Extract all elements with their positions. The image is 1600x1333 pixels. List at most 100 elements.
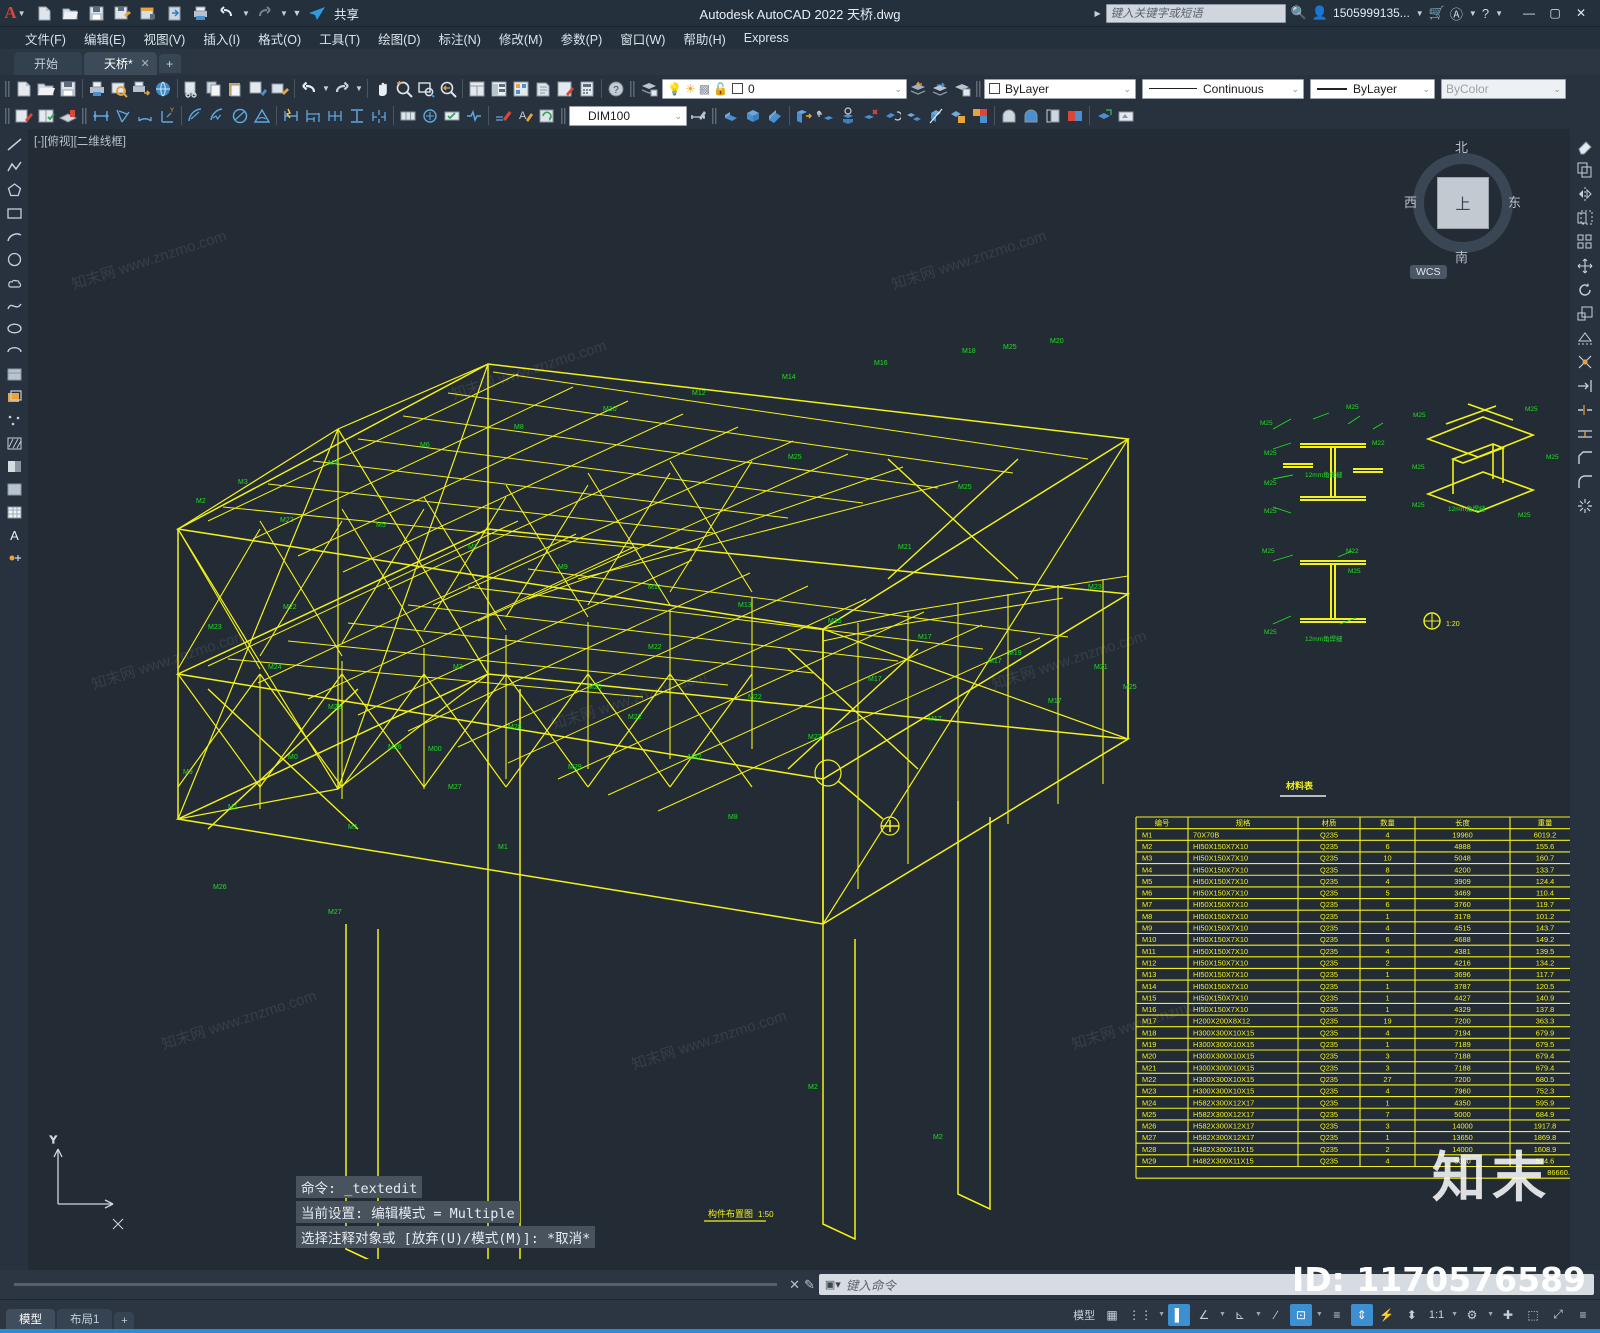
properties-palette-icon[interactable]: [466, 78, 488, 100]
lock-icon[interactable]: 🔓: [713, 82, 728, 96]
command-input-wrapper[interactable]: ▣▾ 键入命令: [818, 1274, 1594, 1295]
menu-draw[interactable]: 绘图(D): [369, 27, 429, 50]
redo-dropdown-icon[interactable]: ▼: [353, 78, 364, 100]
snap-mode-icon[interactable]: ⋮⋮: [1126, 1304, 1154, 1326]
share-icon[interactable]: [304, 1, 329, 25]
undo-icon[interactable]: [298, 78, 320, 100]
edit-text-icon[interactable]: [13, 105, 35, 127]
cut-icon[interactable]: [181, 78, 203, 100]
dimension-toolbar-grip[interactable]: [81, 105, 88, 126]
layer-toolbar-grip[interactable]: [629, 78, 636, 99]
multiline-text-icon[interactable]: A: [2, 524, 26, 546]
otrack-icon[interactable]: ∕: [1265, 1304, 1287, 1326]
workspace-switching-icon[interactable]: ⚙: [1461, 1304, 1483, 1326]
quick-dimension-icon[interactable]: [280, 105, 302, 127]
close-icon[interactable]: ✕: [789, 1277, 800, 1293]
menu-edit[interactable]: 编辑(E): [75, 27, 135, 50]
markup-set-icon[interactable]: [554, 78, 576, 100]
freeze-sun-icon[interactable]: ☀: [685, 82, 696, 96]
undo-icon[interactable]: [214, 1, 239, 25]
model-space-label[interactable]: 模型: [1070, 1307, 1098, 1323]
menu-dimension[interactable]: 标注(N): [430, 27, 490, 50]
extend-icon[interactable]: [1573, 375, 1597, 397]
layer-control-combo[interactable]: 💡 ☀ ▩ 🔓 0 ⌄: [662, 78, 907, 99]
search-input[interactable]: 键入关键字或短语: [1105, 3, 1286, 23]
file-tab-tianqiao[interactable]: 天桥* ✕: [84, 52, 157, 75]
annotation-scale-icon[interactable]: ⚡: [1376, 1304, 1398, 1326]
menu-tools[interactable]: 工具(T): [310, 27, 369, 50]
lineweight-display-icon[interactable]: ⬍: [1401, 1304, 1423, 1326]
chevron-down-icon[interactable]: ⌄: [1123, 84, 1131, 95]
offset-icon[interactable]: [1573, 207, 1597, 229]
rotate-icon[interactable]: [1573, 279, 1597, 301]
check-spelling-icon[interactable]: [35, 105, 57, 127]
annotation-visibility-icon[interactable]: ≡: [1326, 1304, 1348, 1326]
radius-dimension-icon[interactable]: [185, 105, 207, 127]
layer-make-current-icon[interactable]: [929, 78, 951, 100]
menu-parametric[interactable]: 参数(P): [552, 27, 612, 50]
view-cube[interactable]: 上 北 南 西 东 WCS: [1404, 137, 1522, 287]
redo-icon[interactable]: [331, 78, 353, 100]
plot-icon[interactable]: [188, 1, 213, 25]
grid-display-icon[interactable]: ▦: [1101, 1304, 1123, 1326]
chevron-down-icon[interactable]: ⌄: [1291, 84, 1299, 95]
close-icon[interactable]: ✕: [140, 57, 149, 70]
app-dropdown-icon[interactable]: ▼: [1469, 9, 1477, 18]
menu-window[interactable]: 窗口(W): [611, 27, 674, 50]
inspection-dimension-icon[interactable]: [441, 105, 463, 127]
open-file-icon[interactable]: [58, 1, 83, 25]
layer-states-icon[interactable]: [951, 78, 973, 100]
baseline-dimension-icon[interactable]: [302, 105, 324, 127]
drawing-canvas[interactable]: [-][俯视][二维线框] 上 北 南 西 东 WCS M2 M3 M22 M4…: [28, 129, 1570, 1270]
mirror-icon[interactable]: [1573, 183, 1597, 205]
save-icon[interactable]: [84, 1, 109, 25]
designcenter-icon[interactable]: [488, 78, 510, 100]
add-selected-icon[interactable]: [2, 547, 26, 569]
tolerance-icon[interactable]: [397, 105, 419, 127]
layer-color-swatch[interactable]: [732, 83, 744, 94]
subtract-icon[interactable]: [1020, 105, 1042, 127]
block-editor-icon[interactable]: [269, 78, 291, 100]
ordinate-dimension-icon[interactable]: Y: [156, 105, 178, 127]
chevron-down-icon[interactable]: ⌄: [894, 84, 902, 95]
stretch-icon[interactable]: [1573, 327, 1597, 349]
extrude-icon[interactable]: [793, 105, 815, 127]
jogged-dimension-icon[interactable]: [207, 105, 229, 127]
model-tab[interactable]: 模型: [6, 1308, 55, 1330]
chevron-down-icon[interactable]: ▼: [1255, 1311, 1262, 1318]
redo-icon[interactable]: [252, 1, 277, 25]
menu-help[interactable]: 帮助(H): [674, 27, 734, 50]
linetype-control-combo[interactable]: Continuous ⌄: [1142, 78, 1304, 99]
save-to-cloud-icon[interactable]: [136, 1, 161, 25]
make-block-icon[interactable]: [2, 386, 26, 408]
account-avatar-icon[interactable]: 👤: [1312, 5, 1328, 21]
dimension-update-icon[interactable]: [536, 105, 558, 127]
account-dropdown-icon[interactable]: ▼: [1416, 9, 1424, 18]
solid-edit-icon[interactable]: [947, 105, 969, 127]
toolbar-grip[interactable]: [4, 105, 11, 126]
customization-icon[interactable]: ≡: [1572, 1304, 1594, 1326]
create-uv-icon[interactable]: [1093, 105, 1115, 127]
3dprint-icon[interactable]: [152, 78, 174, 100]
chevron-down-icon[interactable]: ▼: [1316, 1311, 1323, 1318]
new-file-icon[interactable]: [32, 1, 57, 25]
array-icon[interactable]: [1573, 231, 1597, 253]
close-button[interactable]: ✕: [1568, 0, 1594, 26]
wcs-label[interactable]: WCS: [1410, 265, 1447, 279]
jogged-linear-icon[interactable]: [463, 105, 485, 127]
polysolid-icon[interactable]: [720, 105, 742, 127]
chevron-down-icon[interactable]: ▼: [1158, 1311, 1165, 1318]
zoom-realtime-icon[interactable]: [393, 78, 415, 100]
cart-icon[interactable]: 🛒: [1429, 5, 1445, 21]
undo-dropdown-icon[interactable]: ▼: [320, 78, 331, 100]
ellipse-icon[interactable]: [2, 317, 26, 339]
search-expand-icon[interactable]: ▶: [1095, 9, 1101, 18]
menu-file[interactable]: 文件(F): [16, 27, 75, 50]
maximize-button[interactable]: ▢: [1542, 0, 1568, 26]
revcloud-icon[interactable]: [2, 271, 26, 293]
chevron-down-icon[interactable]: ▼: [1487, 1311, 1494, 1318]
autodesk-app-icon[interactable]: Ⓐ: [1450, 4, 1463, 23]
sheet-set-icon[interactable]: [532, 78, 554, 100]
layer-previous-icon[interactable]: [907, 78, 929, 100]
3d-rotate-icon[interactable]: [837, 105, 859, 127]
